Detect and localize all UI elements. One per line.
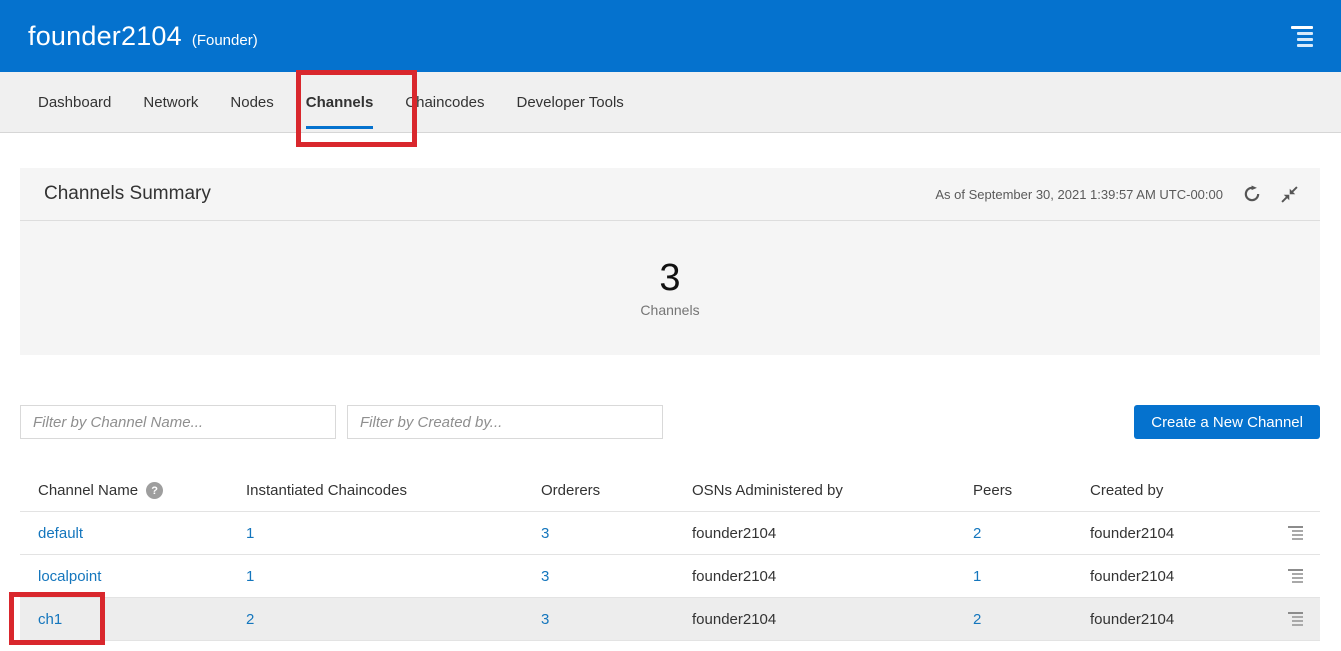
channels-count-label: Channels [640, 302, 699, 318]
create-channel-button[interactable]: Create a New Channel [1134, 405, 1320, 439]
orderers-count-link[interactable]: 3 [541, 568, 549, 585]
panel-meta: As of September 30, 2021 1:39:57 AM UTC-… [935, 185, 1298, 203]
col-orderers: Orderers [541, 482, 692, 499]
col-osns-administered-by: OSNs Administered by [692, 482, 973, 499]
table-row-ch1: ch1 2 3 founder2104 2 founder2104 [20, 598, 1320, 641]
app-header: founder2104 (Founder) [0, 0, 1341, 72]
tab-chaincodes[interactable]: Chaincodes [405, 72, 484, 132]
chaincodes-count-link[interactable]: 1 [246, 568, 254, 585]
osns-administered-by-cell: founder2104 [692, 525, 973, 542]
chaincodes-count-link[interactable]: 2 [246, 611, 254, 628]
created-by-cell: founder2104 [1090, 525, 1285, 542]
refresh-icon[interactable] [1243, 185, 1261, 203]
col-channel-name: Channel Name [38, 482, 138, 499]
orderers-count-link[interactable]: 3 [541, 611, 549, 628]
instance-name: founder2104 [28, 21, 182, 52]
table-row-default: default 1 3 founder2104 2 founder2104 [20, 512, 1320, 555]
main-menu-icon[interactable] [1287, 22, 1317, 51]
channels-summary-panel: Channels Summary As of September 30, 202… [20, 168, 1320, 355]
panel-title: Channels Summary [44, 183, 211, 205]
created-by-cell: founder2104 [1090, 611, 1285, 628]
filter-created-by-input[interactable] [347, 405, 663, 439]
collapse-icon[interactable] [1281, 186, 1298, 203]
tab-nodes[interactable]: Nodes [230, 72, 273, 132]
col-instantiated-chaincodes: Instantiated Chaincodes [246, 482, 541, 499]
app-title: founder2104 (Founder) [28, 21, 258, 52]
tab-channels[interactable]: Channels [306, 72, 374, 132]
osns-administered-by-cell: founder2104 [692, 568, 973, 585]
tab-dashboard[interactable]: Dashboard [38, 72, 111, 132]
filter-channel-name-input[interactable] [20, 405, 336, 439]
channels-count: 3 [659, 258, 680, 300]
orderers-count-link[interactable]: 3 [541, 525, 549, 542]
col-peers: Peers [973, 482, 1090, 499]
row-actions-menu-icon[interactable] [1285, 566, 1306, 586]
created-by-cell: founder2104 [1090, 568, 1285, 585]
channels-summary-header: Channels Summary As of September 30, 202… [20, 168, 1320, 221]
table-header-row: Channel Name ? Instantiated Chaincodes O… [20, 470, 1320, 512]
peers-count-link[interactable]: 1 [973, 568, 981, 585]
tab-bar: Dashboard Network Nodes Channels Chainco… [0, 72, 1341, 133]
peers-count-link[interactable]: 2 [973, 525, 981, 542]
help-icon[interactable]: ? [146, 482, 163, 499]
channel-link[interactable]: ch1 [38, 611, 62, 628]
peers-count-link[interactable]: 2 [973, 611, 981, 628]
osns-administered-by-cell: founder2104 [692, 611, 973, 628]
row-actions-menu-icon[interactable] [1285, 523, 1306, 543]
instance-role: (Founder) [192, 32, 258, 49]
filters-toolbar: Create a New Channel [20, 405, 1320, 439]
channel-link[interactable]: default [38, 525, 83, 542]
channels-summary-body: 3 Channels [20, 221, 1320, 355]
tab-developer-tools[interactable]: Developer Tools [517, 72, 624, 132]
tab-network[interactable]: Network [143, 72, 198, 132]
channels-table: Channel Name ? Instantiated Chaincodes O… [20, 470, 1320, 641]
chaincodes-count-link[interactable]: 1 [246, 525, 254, 542]
row-actions-menu-icon[interactable] [1285, 609, 1306, 629]
channel-link[interactable]: localpoint [38, 568, 101, 585]
col-created-by: Created by [1090, 482, 1285, 499]
table-row-localpoint: localpoint 1 3 founder2104 1 founder2104 [20, 555, 1320, 598]
as-of-timestamp: As of September 30, 2021 1:39:57 AM UTC-… [935, 187, 1223, 202]
